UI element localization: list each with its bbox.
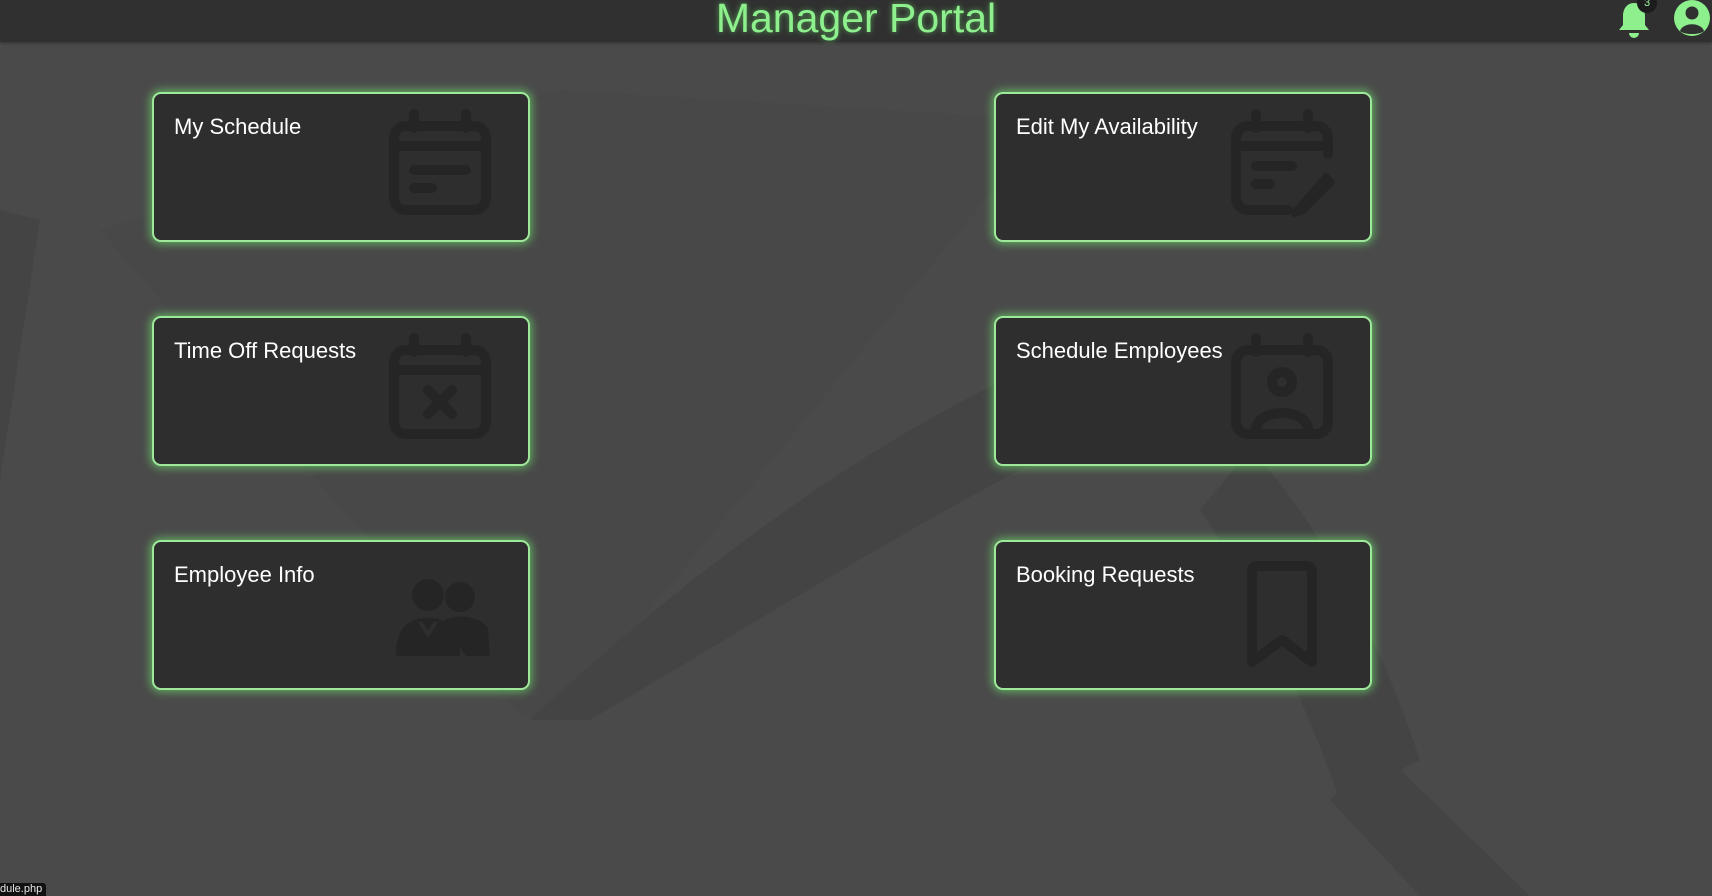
card-label: Schedule Employees	[1016, 338, 1223, 363]
calendar-x-icon	[380, 328, 500, 448]
card-my-schedule[interactable]: My Schedule	[152, 92, 530, 242]
card-label: Booking Requests	[1016, 562, 1195, 587]
calendar-icon	[380, 104, 500, 224]
bookmark-icon	[1222, 552, 1342, 672]
card-label: My Schedule	[174, 114, 302, 139]
status-bar-url: dule.php	[0, 883, 47, 896]
top-navigation-bar: Manager Portal 3	[0, 0, 1712, 42]
card-booking-requests[interactable]: Booking Requests	[994, 540, 1372, 690]
page-title: Manager Portal	[715, 0, 997, 41]
card-time-off-requests[interactable]: Time Off Requests	[152, 316, 530, 466]
calendar-edit-icon	[1222, 104, 1342, 224]
card-label: Employee Info	[174, 562, 315, 587]
page: Manager Portal 3 My Schedule Edit My Ava…	[0, 0, 1712, 896]
card-label: Time Off Requests	[174, 338, 357, 363]
card-employee-info[interactable]: Employee Info	[152, 540, 530, 690]
user-circle-icon[interactable]	[1672, 0, 1712, 40]
card-edit-my-availability[interactable]: Edit My Availability	[994, 92, 1372, 242]
users-icon	[380, 552, 500, 672]
card-label: Edit My Availability	[1016, 114, 1198, 139]
calendar-user-icon	[1222, 328, 1342, 448]
card-schedule-employees[interactable]: Schedule Employees	[994, 316, 1372, 466]
